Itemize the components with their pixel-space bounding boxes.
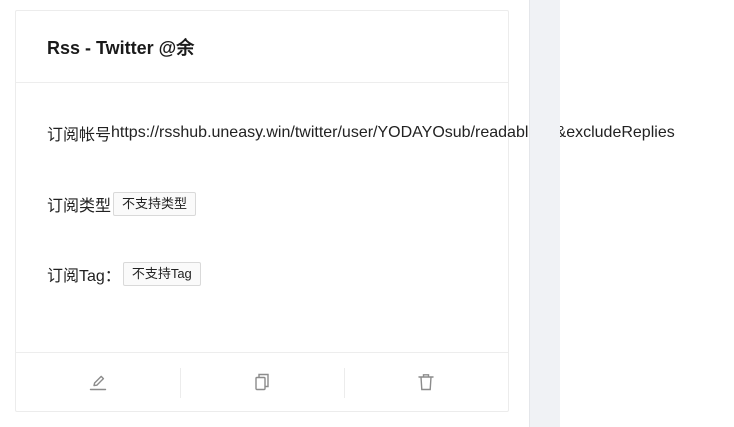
- card-title: Rss - Twitter @余: [47, 37, 195, 58]
- rss-subscription-card: Rss - Twitter @余 订阅帐号 https://rsshub.une…: [15, 10, 675, 412]
- card-actions: [16, 352, 508, 411]
- subscription-type-label: 订阅类型: [47, 198, 112, 215]
- page: Rss - Twitter @余 订阅帐号 https://rsshub.une…: [0, 0, 734, 427]
- subscription-tag-label: 订阅Tag：: [47, 268, 121, 285]
- copy-icon: [255, 373, 269, 391]
- card-body: 订阅帐号 https://rsshub.uneasy.win/twitter/u…: [16, 83, 675, 353]
- subscription-tag-row: 订阅Tag： 不支持Tag: [47, 262, 201, 286]
- subscription-account-label: 订阅帐号: [47, 127, 112, 144]
- copy-button[interactable]: [180, 353, 344, 411]
- subscription-type-row: 订阅类型 不支持类型: [47, 192, 197, 216]
- delete-icon: [418, 374, 434, 391]
- edit-icon: [89, 375, 107, 391]
- card-header: Rss - Twitter @余: [16, 11, 508, 83]
- subscription-type-tag: 不支持类型: [113, 192, 197, 216]
- subscription-account-url: https://rsshub.uneasy.win/twitter/user/Y…: [111, 124, 675, 141]
- delete-button[interactable]: [344, 353, 508, 411]
- subscription-tag-value: 不支持Tag: [122, 262, 201, 286]
- subscription-account-row: 订阅帐号 https://rsshub.uneasy.win/twitter/u…: [47, 121, 675, 145]
- side-panel: [529, 0, 560, 427]
- edit-button[interactable]: [16, 353, 180, 411]
